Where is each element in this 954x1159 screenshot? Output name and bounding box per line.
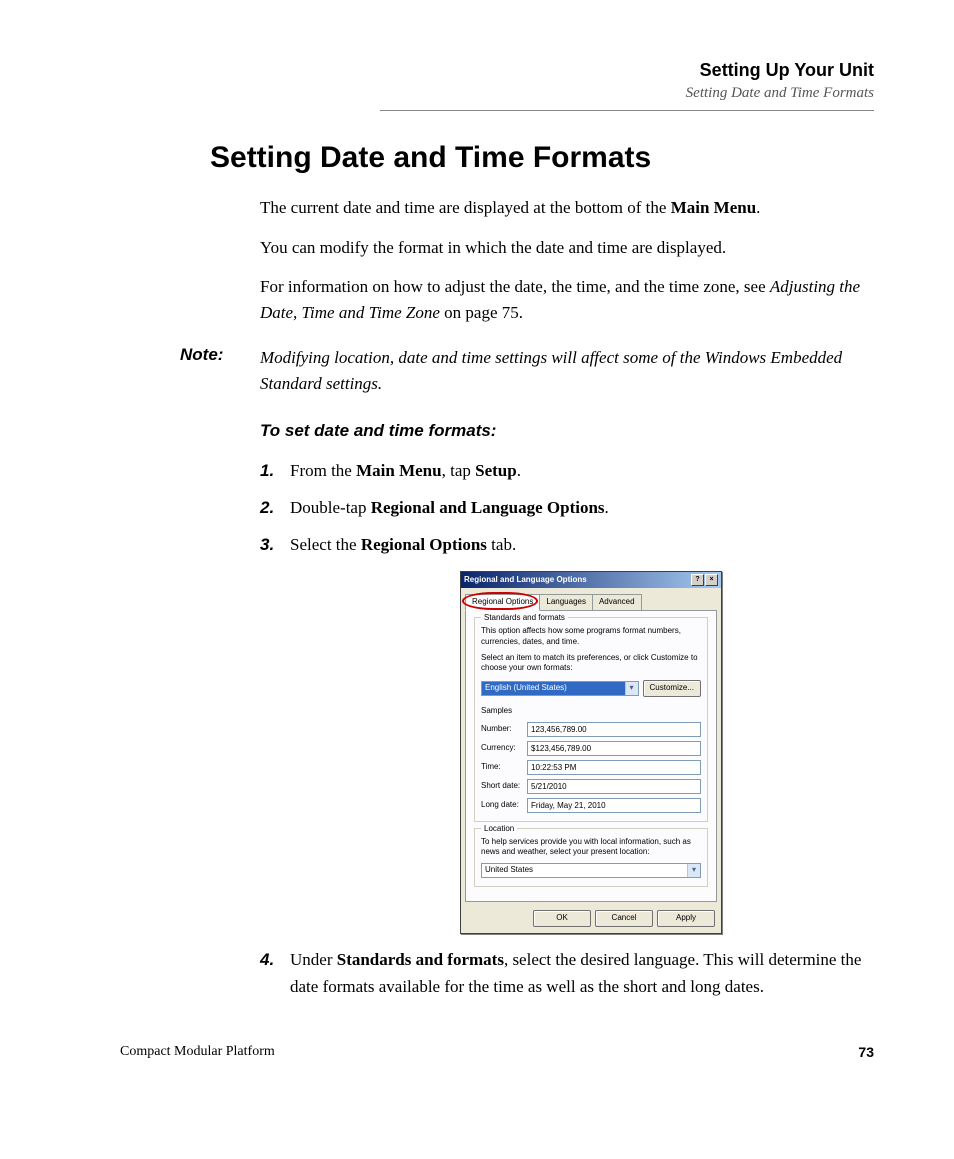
dialog-titlebar: Regional and Language Options ? × [461, 572, 721, 589]
field-label: Long date: [481, 799, 527, 812]
group-description: This option affects how some programs fo… [481, 626, 701, 647]
tab-languages[interactable]: Languages [539, 594, 593, 610]
tab-body: Standards and formats This option affect… [465, 611, 717, 902]
paragraph: You can modify the format in which the d… [260, 235, 874, 261]
currency-sample: $123,456,789.00 [527, 741, 701, 756]
page-number: 73 [858, 1044, 874, 1060]
dialog-title: Regional and Language Options [464, 574, 587, 587]
longdate-sample: Friday, May 21, 2010 [527, 798, 701, 813]
field-label: Currency: [481, 742, 527, 755]
field-label: Number: [481, 723, 527, 736]
page-footer: Compact Modular Platform 73 [120, 1044, 874, 1060]
tab-regional-options[interactable]: Regional Options [465, 594, 540, 611]
group-description: To help services provide you with local … [481, 837, 701, 858]
close-button[interactable]: × [705, 574, 718, 586]
section-heading: Setting Date and Time Formats [210, 141, 874, 175]
cancel-button[interactable]: Cancel [595, 910, 653, 927]
ok-button[interactable]: OK [533, 910, 591, 927]
chevron-down-icon: ▾ [625, 682, 638, 695]
header-rule [380, 110, 874, 111]
group-label: Standards and formats [481, 612, 568, 625]
time-sample: 10:22:53 PM [527, 760, 701, 775]
note-label: Note: [180, 345, 260, 396]
apply-button[interactable]: Apply [657, 910, 715, 927]
chevron-down-icon: ▾ [687, 864, 700, 877]
page-header: Setting Up Your Unit Setting Date and Ti… [380, 60, 874, 102]
standards-formats-group: Standards and formats This option affect… [474, 617, 708, 821]
location-dropdown[interactable]: United States ▾ [481, 863, 701, 878]
step: Select the Regional Options tab. Regiona… [260, 531, 874, 934]
procedure-title: To set date and time formats: [260, 421, 874, 441]
footer-product: Compact Modular Platform [120, 1044, 275, 1060]
number-sample: 123,456,789.00 [527, 722, 701, 737]
group-label: Location [481, 823, 517, 836]
location-group: Location To help services provide you wi… [474, 828, 708, 888]
body-text: The current date and time are displayed … [260, 195, 874, 325]
paragraph: The current date and time are displayed … [260, 195, 874, 221]
group-description: Select an item to match its preferences,… [481, 653, 701, 674]
field-label: Time: [481, 761, 527, 774]
shortdate-sample: 5/21/2010 [527, 779, 701, 794]
tab-row: Regional Options Languages Advanced [465, 592, 717, 611]
dialog-button-row: OK Cancel Apply [461, 906, 721, 933]
help-button[interactable]: ? [691, 574, 704, 586]
step: From the Main Menu, tap Setup. [260, 457, 874, 484]
step: Double-tap Regional and Language Options… [260, 494, 874, 521]
locale-dropdown[interactable]: English (United States) ▾ [481, 681, 639, 696]
customize-button[interactable]: Customize... [643, 680, 701, 697]
tab-advanced[interactable]: Advanced [592, 594, 642, 610]
step: Under Standards and formats, select the … [260, 946, 874, 1000]
note-text: Modifying location, date and time settin… [260, 345, 874, 396]
regional-options-dialog: Regional and Language Options ? × Region… [460, 571, 722, 935]
paragraph: For information on how to adjust the dat… [260, 274, 874, 325]
field-label: Short date: [481, 780, 527, 793]
section-subtitle: Setting Date and Time Formats [380, 85, 874, 102]
samples-label: Samples [481, 705, 701, 718]
note-block: Note: Modifying location, date and time … [180, 345, 874, 396]
chapter-title: Setting Up Your Unit [380, 60, 874, 81]
document-page: Setting Up Your Unit Setting Date and Ti… [0, 0, 954, 1100]
procedure-steps: From the Main Menu, tap Setup. Double-ta… [260, 457, 874, 1001]
